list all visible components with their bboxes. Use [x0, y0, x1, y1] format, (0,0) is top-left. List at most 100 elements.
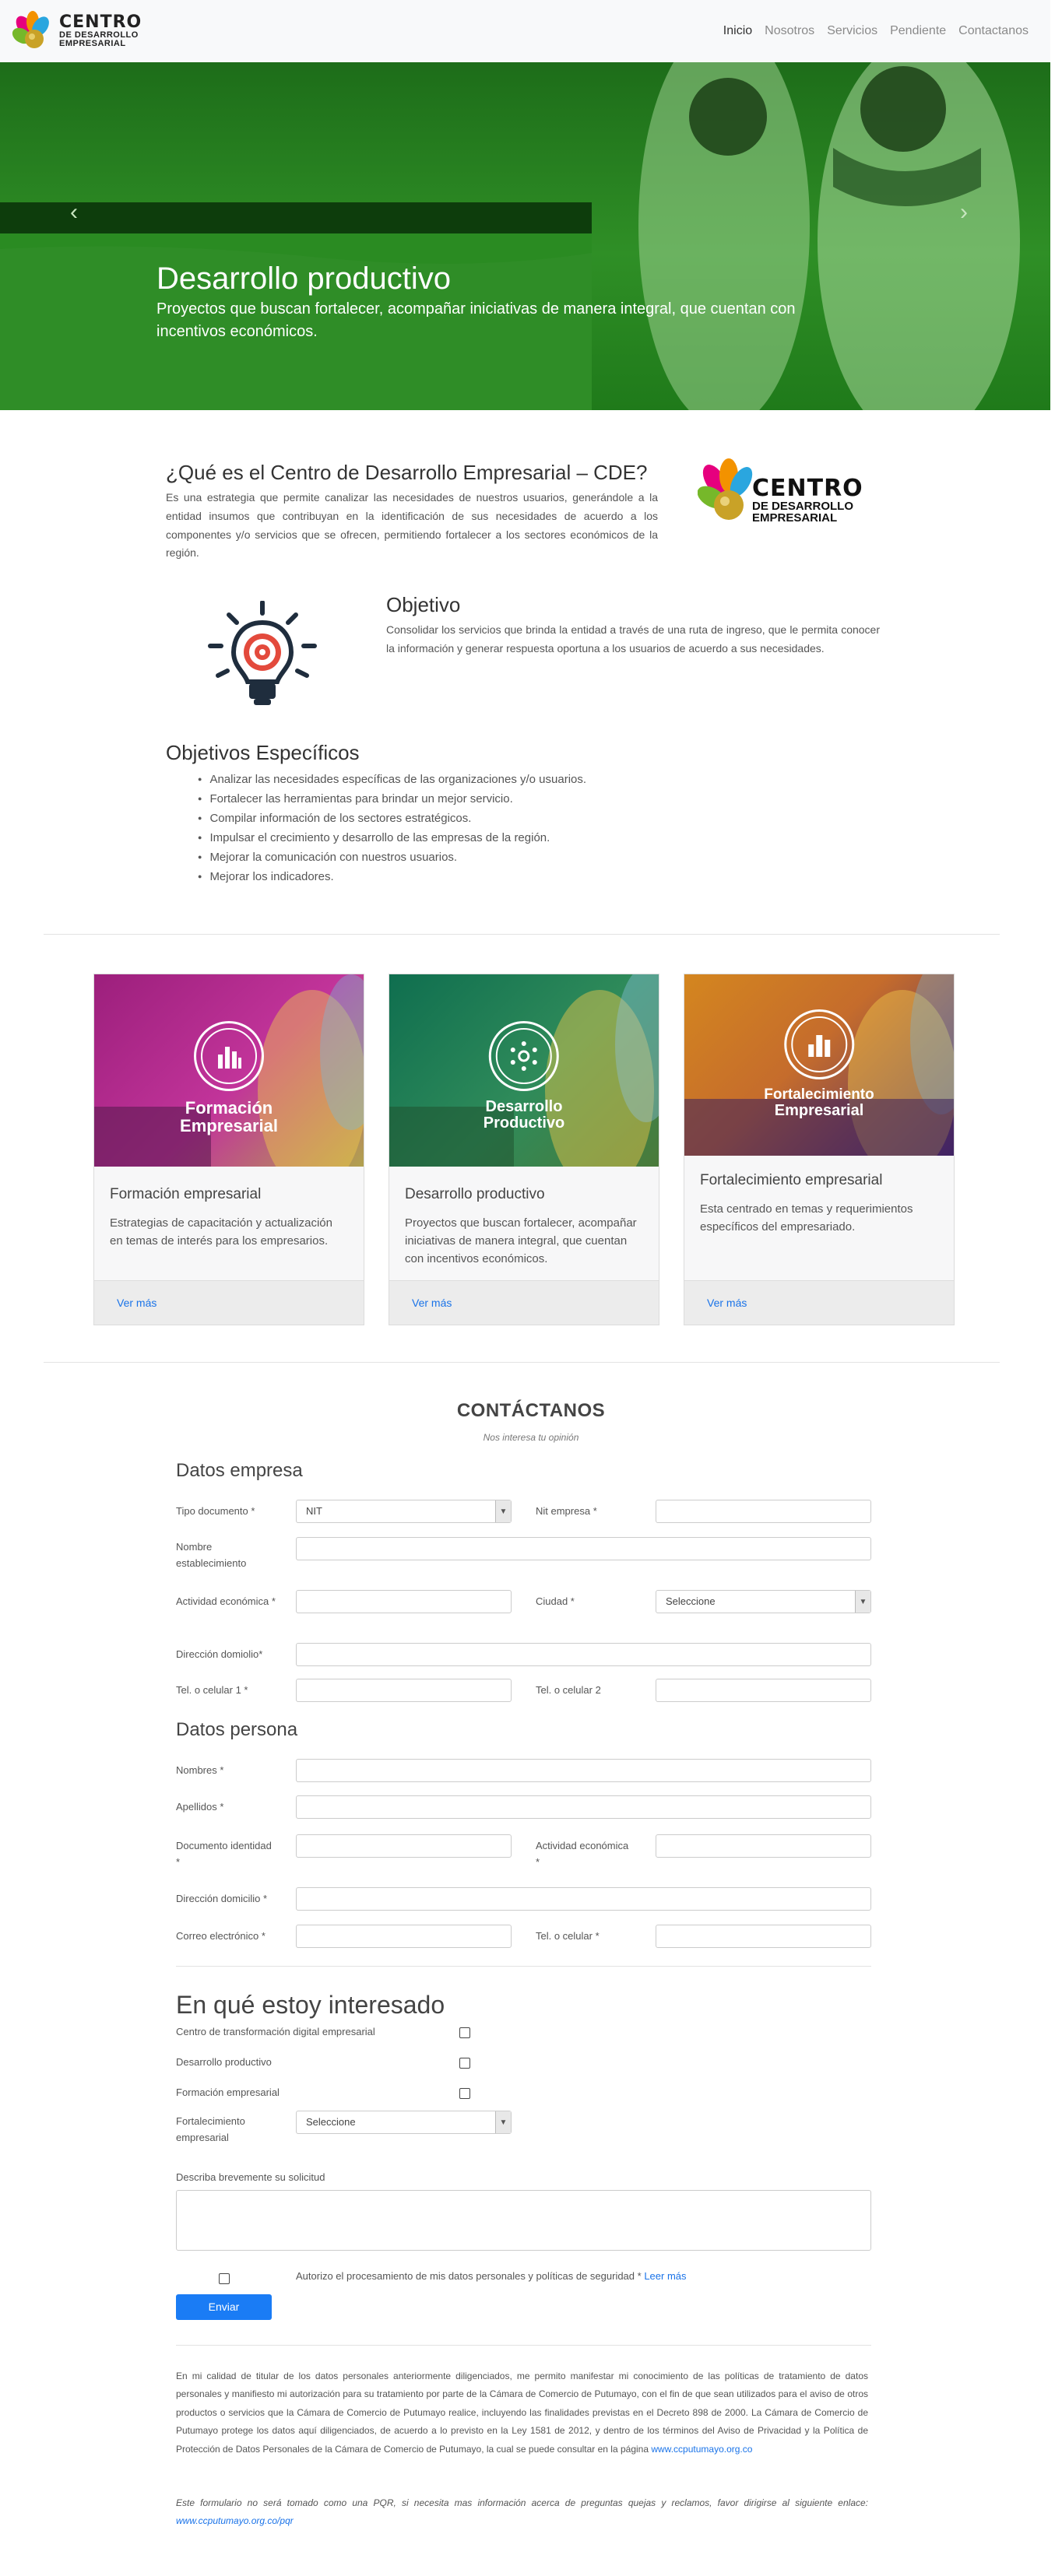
fortalecimiento-select[interactable]: Seleccione ▼	[296, 2111, 512, 2134]
card-badge-line1: Desarrollo	[485, 1098, 563, 1115]
interest3-label: Formación empresarial	[176, 2086, 280, 2098]
interest4-label: Fortalecimiento empresarial	[176, 2115, 245, 2143]
pqr-note: Este formulario no será tomado como una …	[176, 2494, 868, 2531]
card-image: Fortalecimiento Empresarial	[684, 974, 954, 1156]
actividad2-input[interactable]	[656, 1834, 871, 1858]
nombre-label: Nombre establecimiento	[176, 1541, 247, 1569]
ccputumayo-link[interactable]: www.ccputumayo.org.co	[651, 2444, 752, 2455]
carousel-prev-arrow[interactable]: ‹	[70, 195, 78, 230]
logo-icon	[12, 11, 49, 48]
card-badge-line2: Empresarial	[774, 1101, 864, 1119]
nombres-label: Nombres *	[176, 1764, 224, 1776]
correo-input[interactable]	[296, 1925, 512, 1948]
hero-image	[0, 62, 1050, 410]
fortalecimiento-value: Seleccione	[306, 2116, 356, 2129]
divider	[176, 2345, 871, 2346]
site-logo[interactable]: CENTRO DE DESARROLLO EMPRESARIAL	[11, 9, 142, 53]
ciudad-select[interactable]: Seleccione ▼	[656, 1590, 871, 1613]
nav-link-nosotros[interactable]: Nosotros	[758, 22, 821, 40]
apellidos-input[interactable]	[296, 1795, 871, 1819]
interest3-checkbox[interactable]	[459, 2088, 470, 2099]
card-image: Desarrollo Productivo	[389, 974, 659, 1167]
interest-section-title: En qué estoy interesado	[176, 1991, 445, 2019]
consent-checkbox[interactable]	[219, 2273, 230, 2284]
documento-input[interactable]	[296, 1834, 512, 1858]
apellidos-label: Apellidos *	[176, 1801, 224, 1813]
card-badge-line1: Formación	[185, 1098, 273, 1118]
nav-link-inicio[interactable]: Inicio	[717, 22, 758, 40]
card-text: Proyectos que buscan fortalecer, acompañ…	[405, 1216, 637, 1266]
card-badge: Desarrollo Productivo	[484, 1021, 564, 1132]
card-link-ver-mas[interactable]: Ver más	[412, 1295, 452, 1311]
describe-textarea[interactable]	[176, 2190, 871, 2251]
specific-title: Objetivos Específicos	[166, 741, 360, 764]
nav-link-pendiente[interactable]: Pendiente	[884, 22, 952, 40]
actividad2-label: Actividad económica *	[536, 1840, 629, 1868]
nav-menu: Inicio Nosotros Servicios Pendiente Cont…	[717, 22, 1035, 40]
cde-logo: CENTRO DE DESARROLLO EMPRESARIAL	[698, 455, 863, 535]
direccion-input[interactable]	[296, 1643, 871, 1666]
contact-subtitle: Nos interesa tu opinión	[483, 1432, 579, 1443]
card-title: Desarrollo productivo	[405, 1186, 545, 1202]
contact-title: CONTÁCTANOS	[456, 1400, 606, 1421]
pqr-note-text: Este formulario no será tomado como una …	[176, 2497, 868, 2508]
hero-text: Proyectos que buscan fortalecer, acompañ…	[156, 300, 796, 340]
tel2-label: Tel. o celular 2	[536, 1684, 601, 1696]
documento-label: Documento identidad *	[176, 1840, 272, 1868]
ciudad-label: Ciudad *	[536, 1595, 575, 1607]
card-link-ver-mas[interactable]: Ver más	[117, 1295, 156, 1311]
consent-text: Autorizo el procesamiento de mis datos p…	[296, 2269, 687, 2285]
card-footer: Ver más	[389, 1280, 659, 1325]
navbar: CENTRO DE DESARROLLO EMPRESARIAL Inicio …	[0, 0, 1050, 62]
card-badge: Fortalecimiento Empresarial	[764, 1009, 874, 1119]
about-title: ¿Qué es el Centro de Desarrollo Empresar…	[166, 461, 648, 484]
list-item: Impulsar el crecimiento y desarrollo de …	[198, 829, 586, 848]
interest1-label: Centro de transformación digital empresa…	[176, 2026, 375, 2037]
actividad-label: Actividad económica *	[176, 1595, 276, 1607]
nombre-input[interactable]	[296, 1537, 871, 1560]
card-formacion: Formación Empresarial Formación empresar…	[93, 974, 364, 1325]
nombres-input[interactable]	[296, 1759, 871, 1782]
buildings-icon	[783, 1009, 854, 1079]
card-link-ver-mas[interactable]: Ver más	[707, 1295, 747, 1311]
chart-icon	[194, 1021, 264, 1091]
legal-text: En mi calidad de titular de los datos pe…	[176, 2367, 868, 2458]
chevron-down-icon: ▼	[495, 2111, 511, 2133]
tel-input[interactable]	[656, 1925, 871, 1948]
consent-link[interactable]: Leer más	[644, 2270, 686, 2282]
card-text: Esta centrado en temas y requerimientos …	[700, 1202, 913, 1234]
list-item: Mejorar los indicadores.	[198, 868, 586, 887]
interest2-label: Desarrollo productivo	[176, 2056, 272, 2068]
card-text: Estrategias de capacitación y actualizac…	[110, 1216, 332, 1248]
nav-link-contactanos[interactable]: Contactanos	[952, 22, 1035, 40]
carousel-next-arrow[interactable]: ›	[960, 195, 968, 230]
list-item: Mejorar la comunicación con nuestros usu…	[198, 848, 586, 868]
list-item: Fortalecer las herramientas para brindar…	[198, 790, 586, 809]
submit-button[interactable]: Enviar	[176, 2294, 272, 2320]
nav-link-servicios[interactable]: Servicios	[821, 22, 884, 40]
interest1-checkbox[interactable]	[459, 2027, 470, 2038]
card-footer: Ver más	[684, 1280, 954, 1325]
card-title: Fortalecimiento empresarial	[700, 1172, 883, 1188]
interest2-checkbox[interactable]	[459, 2058, 470, 2069]
tipo-documento-select[interactable]: NIT ▼	[296, 1500, 512, 1523]
divider	[44, 1362, 1000, 1363]
tel2-input[interactable]	[656, 1679, 871, 1702]
direccion2-label: Dirección domicilio *	[176, 1893, 268, 1904]
nit-input[interactable]	[656, 1500, 871, 1523]
card-desarrollo: Desarrollo Productivo Desarrollo product…	[389, 974, 659, 1325]
chevron-down-icon: ▼	[495, 1500, 511, 1522]
actividad-input[interactable]	[296, 1590, 512, 1613]
chevron-down-icon: ▼	[855, 1591, 870, 1613]
objective-text: Consolidar los servicios que brinda la e…	[386, 623, 880, 655]
card-footer: Ver más	[94, 1280, 364, 1325]
pqr-link[interactable]: www.ccputumayo.org.co/pqr	[176, 2515, 294, 2526]
card-fortalecimiento: Fortalecimiento Empresarial Fortalecimie…	[684, 974, 955, 1325]
tel1-input[interactable]	[296, 1679, 512, 1702]
correo-label: Correo electrónico *	[176, 1930, 266, 1942]
list-item: Analizar las necesidades específicas de …	[198, 770, 586, 790]
direccion-label: Dirección domiolio*	[176, 1648, 263, 1660]
list-item: Compilar información de los sectores est…	[198, 809, 586, 829]
logo-line3: EMPRESARIAL	[59, 39, 126, 48]
direccion2-input[interactable]	[296, 1887, 871, 1911]
